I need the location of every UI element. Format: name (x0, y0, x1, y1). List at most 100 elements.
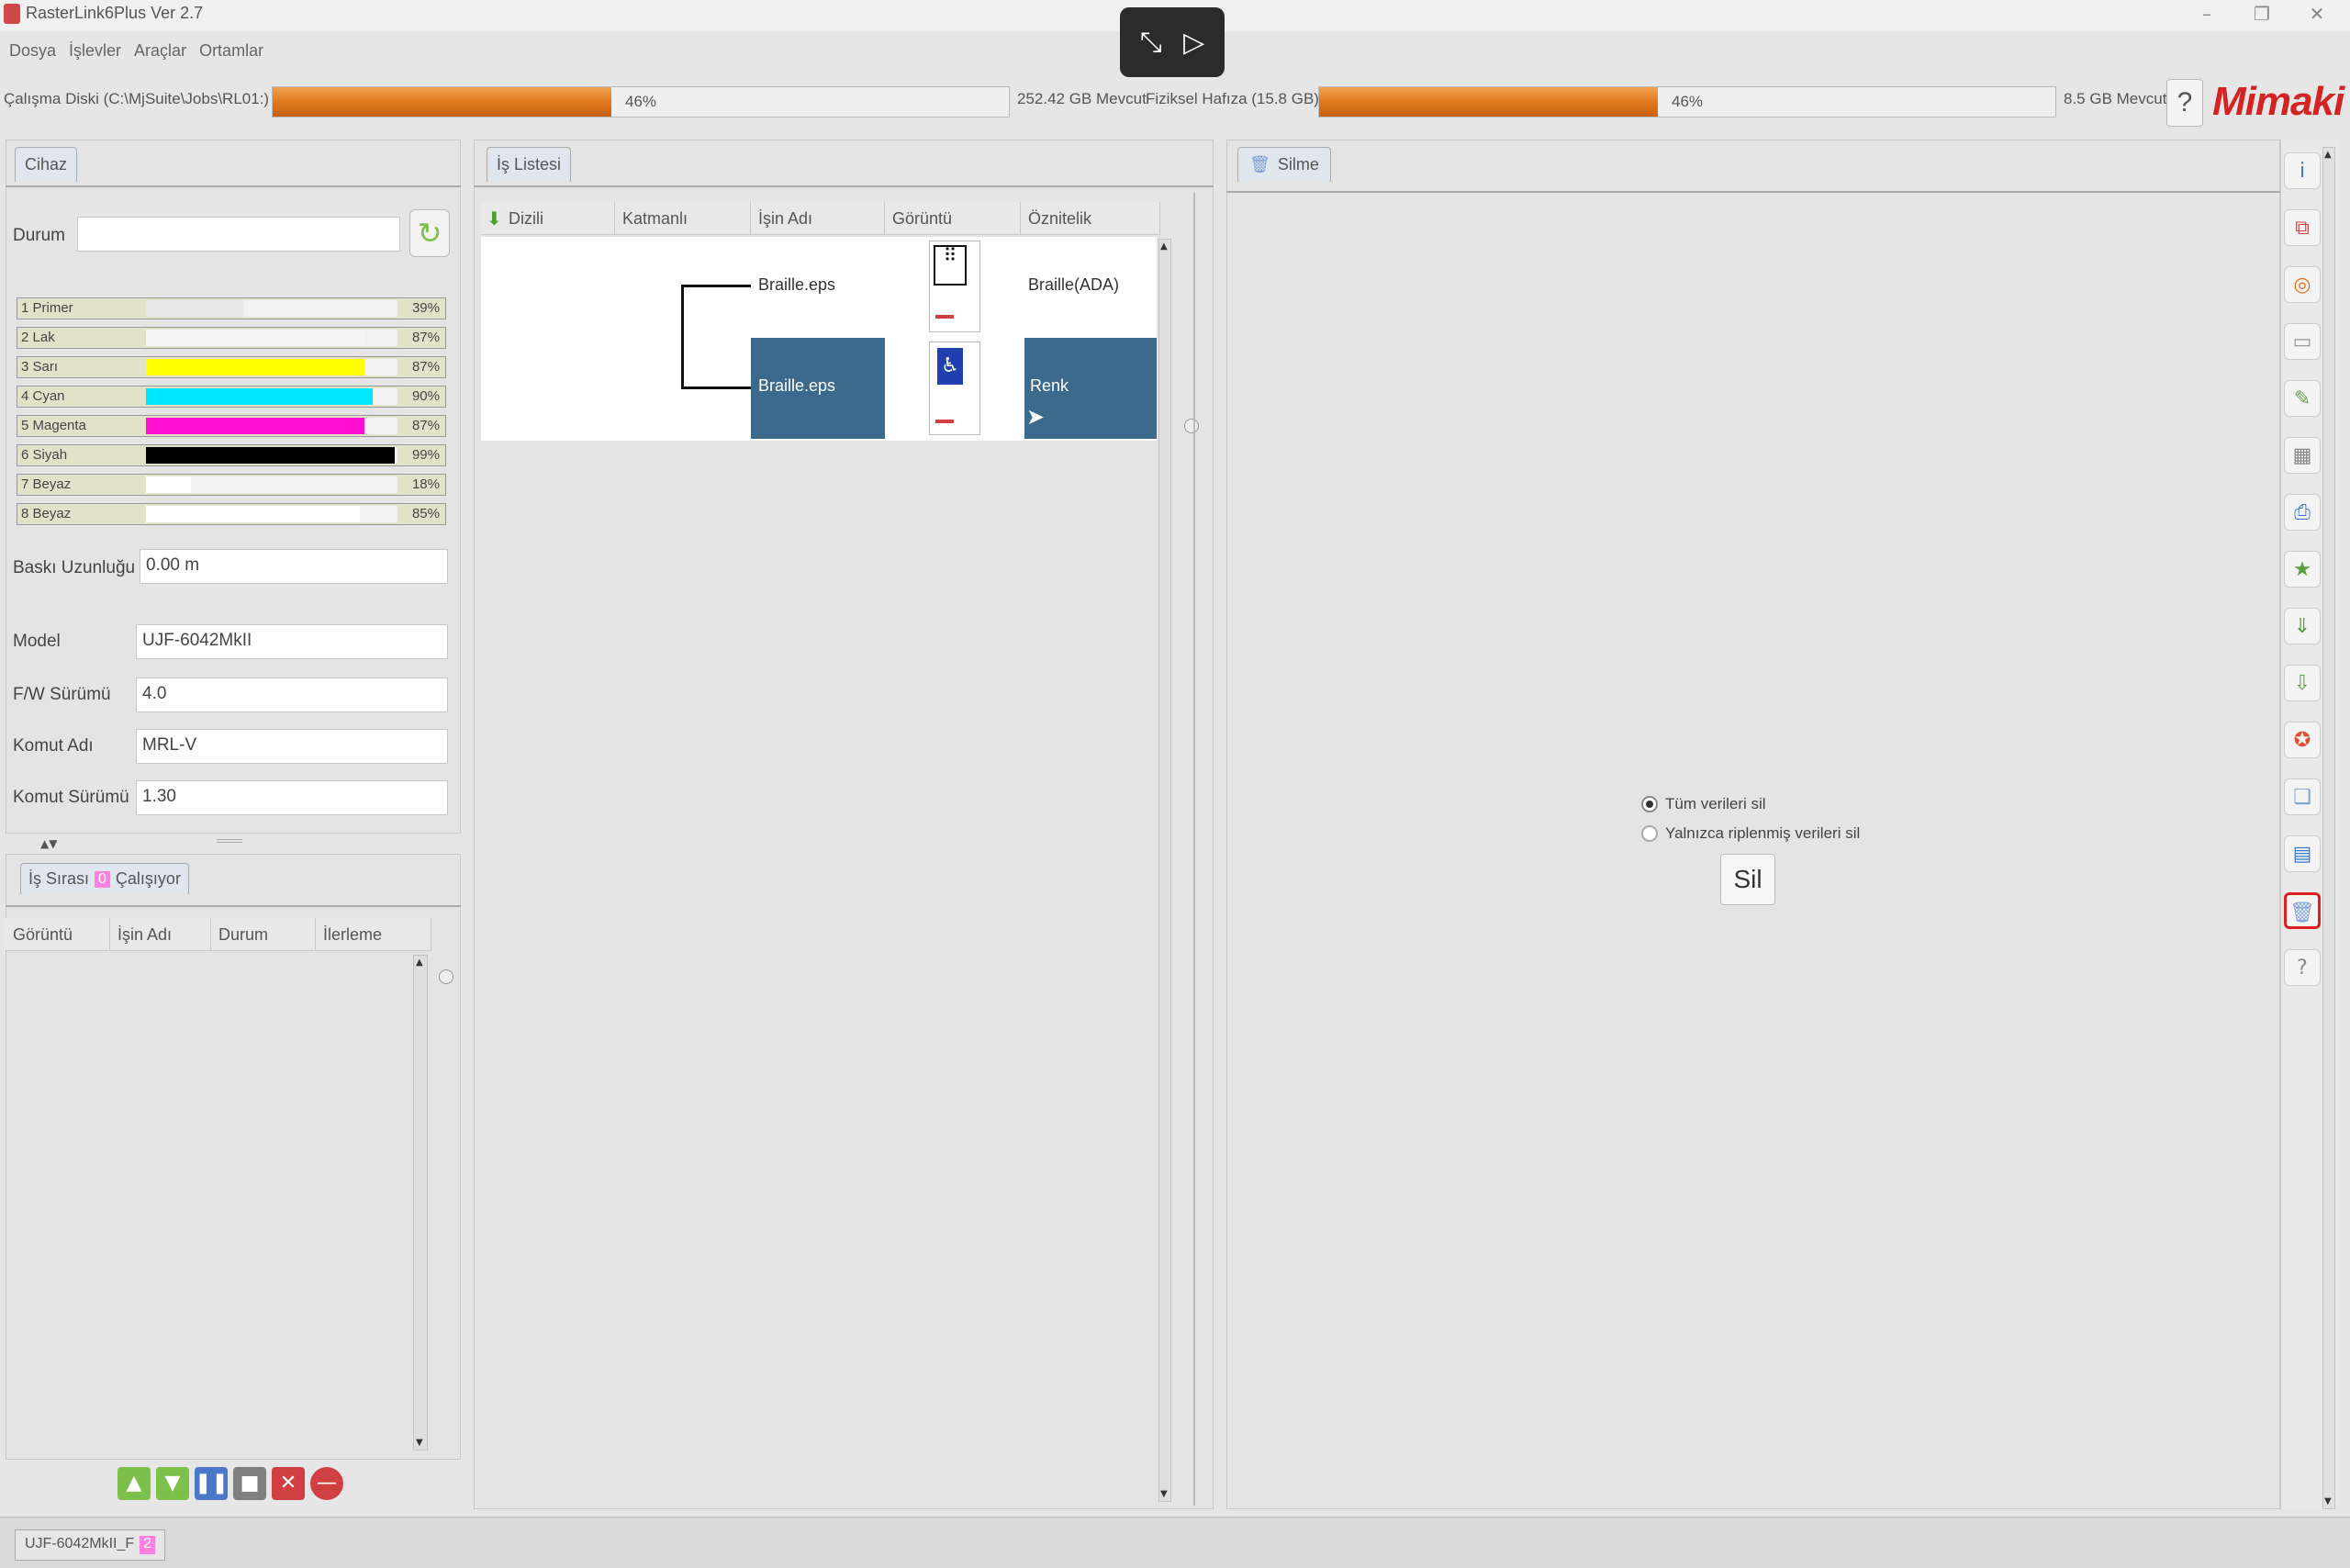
window-title: RasterLink6Plus Ver 2.7 (26, 4, 204, 22)
ink-meter (146, 447, 397, 464)
ink-name: 1 Primer (21, 300, 73, 316)
ink-fill (146, 418, 365, 434)
help-button[interactable]: ? (2166, 79, 2203, 127)
option-delete-all[interactable]: Tüm verileri sil (1641, 795, 1766, 813)
scroll-up-icon[interactable]: ▲ (416, 958, 423, 968)
sidebar-scrollbar[interactable]: ▲ ▼ (2322, 147, 2335, 1509)
menu-tools[interactable]: Araçlar (134, 41, 186, 61)
print-length-field: 0.00 m (140, 549, 448, 584)
refresh-button[interactable]: ↻ (409, 209, 450, 257)
radio-delete-ripped[interactable] (1641, 825, 1658, 842)
braille-dots-icon: ⠿ (934, 245, 967, 286)
tab-device[interactable]: Cihaz (15, 147, 78, 182)
queue-col-preview[interactable]: Görüntü (6, 918, 110, 951)
memory-fill (1319, 87, 1658, 117)
scroll-up-icon[interactable]: ▲ (1160, 241, 1168, 252)
ink-meter (146, 359, 397, 375)
cancel-button[interactable]: ✕ (272, 1467, 305, 1500)
down2-icon[interactable]: ⇩ (2284, 665, 2321, 701)
trash-icon[interactable]: 🗑 (2284, 892, 2321, 929)
command-name-label: Komut Adı (13, 736, 94, 756)
scroll-down-icon[interactable]: ▼ (416, 1438, 423, 1448)
delete-button[interactable]: — (310, 1467, 343, 1500)
status-label: Durum (13, 226, 66, 245)
option-delete-all-label: Tüm verileri sil (1665, 795, 1766, 812)
tab-job-list[interactable]: İş Listesi (487, 147, 572, 182)
job-row-name-selected[interactable]: Braille.eps (751, 338, 885, 439)
tab-divider (1226, 191, 2280, 193)
down-icon[interactable]: ⇓ (2284, 608, 2321, 644)
radio-delete-all[interactable] (1641, 796, 1658, 812)
close-button[interactable]: ✕ (2299, 2, 2335, 26)
question-icon[interactable]: ? (2284, 949, 2321, 986)
ink-percent: 85% (411, 506, 440, 521)
ink-meter (146, 388, 397, 405)
job-col-layered[interactable]: Katmanlı (615, 202, 751, 235)
thumbnail-mark (935, 420, 954, 423)
tab-divider (6, 905, 461, 907)
queue-splitter-knob[interactable] (439, 969, 453, 984)
edit-icon[interactable]: ✎ (2284, 380, 2321, 417)
scroll-down-icon[interactable]: ▼ (2324, 1496, 2332, 1506)
option-delete-ripped[interactable]: Yalnızca riplenmiş verileri sil (1641, 824, 1860, 843)
queue-scrollbar[interactable]: ▲ ▼ (413, 955, 428, 1450)
menu-file[interactable]: Dosya (9, 41, 56, 61)
job-thumbnail[interactable]: ⠿ (929, 241, 980, 332)
queue-col-progress[interactable]: İlerleme (316, 918, 431, 951)
ink-level-row: 6 Siyah 99% (17, 444, 446, 466)
job-col-nested[interactable]: ⬇ Dizili (481, 202, 615, 235)
queue-col-job-name[interactable]: İşin Adı (110, 918, 211, 951)
job-row-attribute[interactable]: Braille(ADA) (1024, 268, 1160, 308)
status-bar (0, 1517, 2350, 1568)
color-wheel-icon[interactable]: ◎ (2284, 266, 2321, 303)
star-icon[interactable]: ★ (2284, 551, 2321, 588)
job-col-attribute[interactable]: Öznitelik (1021, 202, 1160, 235)
job-col-preview[interactable]: Görüntü (885, 202, 1021, 235)
scroll-down-icon[interactable]: ▼ (1160, 1489, 1168, 1499)
info-icon[interactable]: i (2284, 152, 2321, 189)
blank-icon[interactable]: ▭ (2284, 323, 2321, 360)
ink-fill (146, 330, 365, 346)
tab-delete[interactable]: 🗑 Silme (1237, 147, 1331, 182)
delete-button[interactable]: Sil (1720, 854, 1775, 905)
copy-icon[interactable]: ❏ (2284, 778, 2321, 815)
restore-button[interactable]: ❐ (2244, 2, 2280, 26)
queue-running-label: Çalışıyor (115, 869, 181, 888)
mouse-cursor-icon: ➤ (1026, 404, 1046, 430)
memory-free: 8.5 GB Mevcut (2064, 90, 2167, 107)
job-col-job-name[interactable]: İşin Adı (751, 202, 885, 235)
scroll-up-icon[interactable]: ▲ (2324, 150, 2332, 160)
queue-count-badge: 0 (95, 870, 110, 888)
split-icon[interactable]: ▤ (2284, 835, 2321, 872)
device-tab[interactable]: UJF-6042MkII_F 2 (15, 1529, 166, 1561)
job-splitter-line[interactable] (1193, 193, 1203, 1506)
ink-fill (146, 359, 365, 375)
menu-environments[interactable]: Ortamlar (199, 41, 263, 61)
palette-icon[interactable]: ✪ (2284, 722, 2321, 758)
work-disk-percent: 46% (625, 93, 657, 110)
grid-icon[interactable]: ▦ (2284, 437, 2321, 474)
stop-button[interactable]: ■ (233, 1467, 266, 1500)
memory-label: Fiziksel Hafıza (15.8 GB) (1146, 90, 1319, 107)
job-scrollbar[interactable]: ▲ ▼ (1158, 239, 1171, 1502)
splitter-handle[interactable] (217, 839, 242, 843)
splitter-arrows-icon[interactable]: ▲▼ (40, 837, 57, 850)
move-up-button[interactable]: ▲ (118, 1467, 151, 1500)
job-col-nested-label: Dizili (509, 209, 543, 228)
ink-meter (146, 476, 397, 493)
pause-button[interactable]: ❚❚ (195, 1467, 229, 1500)
tab-queue[interactable]: İş Sırası 0 Çalışıyor (20, 863, 189, 894)
ink-level-row: 1 Primer 39% (17, 297, 446, 319)
move-down-button[interactable]: ▼ (156, 1467, 189, 1500)
command-version-field: 1.30 (136, 780, 448, 815)
print-icon[interactable]: ⎙ (2284, 494, 2321, 531)
device-tab-badge: 2 (140, 1536, 156, 1554)
job-thumbnail-selected[interactable]: ♿ (929, 342, 980, 435)
minimize-button[interactable]: – (2188, 2, 2225, 26)
menu-functions[interactable]: İşlevler (69, 41, 121, 61)
layout-icon[interactable]: ⧉ (2284, 209, 2321, 246)
queue-col-status[interactable]: Durum (211, 918, 316, 951)
refresh-icon: ↻ (417, 216, 442, 251)
job-row-name[interactable]: Braille.eps (751, 268, 887, 308)
ink-level-row: 7 Beyaz 18% (17, 474, 446, 496)
